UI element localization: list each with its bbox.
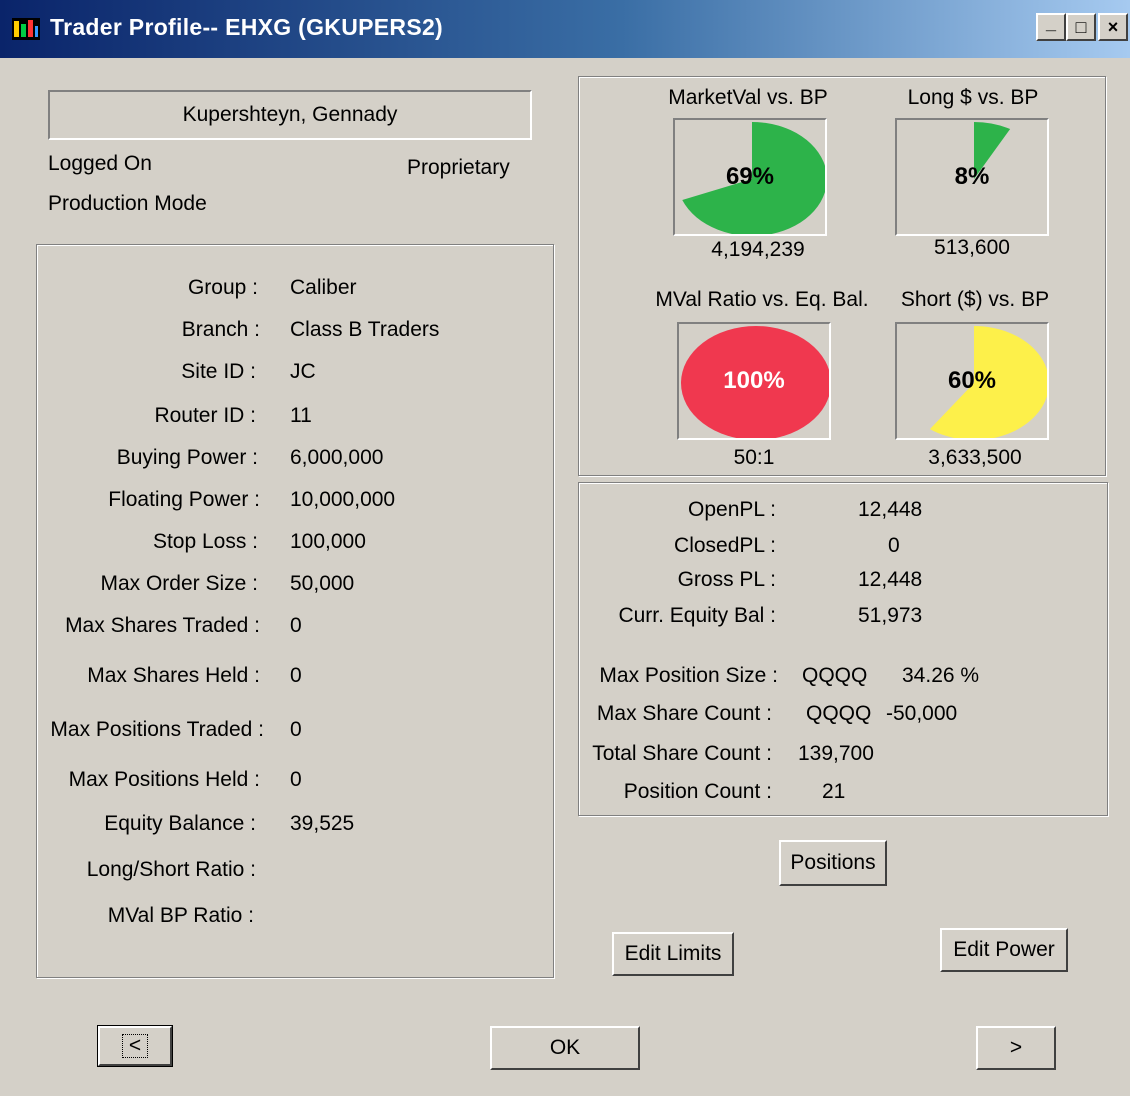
gauge-marketval-pie: 69% bbox=[673, 118, 827, 236]
max-position-size-label: Max Position Size : bbox=[599, 664, 778, 687]
total-share-count-label: Total Share Count : bbox=[592, 742, 772, 765]
edit-power-button[interactable]: Edit Power bbox=[940, 928, 1068, 972]
equity-balance-value: 39,525 bbox=[290, 812, 355, 835]
minimize-button[interactable]: _ bbox=[1036, 13, 1066, 41]
max-shares-held-label: Max Shares Held : bbox=[87, 664, 260, 687]
app-icon bbox=[12, 18, 40, 40]
gauge-short-value: 3,633,500 bbox=[928, 446, 1022, 469]
mval-bp-ratio-label: MVal BP Ratio : bbox=[107, 904, 254, 927]
buying-power-label: Buying Power : bbox=[116, 446, 258, 469]
gauge-long-percent: 8% bbox=[954, 163, 990, 190]
previous-button[interactable]: < bbox=[97, 1025, 173, 1067]
maximize-button[interactable]: □ bbox=[1066, 13, 1096, 41]
gauge-mval-ratio-title: MVal Ratio vs. Eq. Bal. bbox=[655, 288, 869, 311]
positions-button[interactable]: Positions bbox=[779, 840, 887, 886]
max-positions-traded-label: Max Positions Traded : bbox=[50, 718, 264, 741]
gauge-short-title: Short ($) vs. BP bbox=[900, 288, 1050, 311]
max-position-size-value: 34.26 % bbox=[902, 664, 980, 687]
position-count-label: Position Count : bbox=[623, 780, 772, 803]
floating-power-value: 10,000,000 bbox=[290, 488, 396, 511]
previous-arrow-icon: < bbox=[121, 1034, 149, 1058]
gauge-marketval-value: 4,194,239 bbox=[711, 238, 805, 261]
edit-limits-button[interactable]: Edit Limits bbox=[612, 932, 734, 976]
ok-button[interactable]: OK bbox=[490, 1026, 640, 1070]
gauge-marketval-title: MarketVal vs. BP bbox=[668, 86, 828, 109]
trader-type: Proprietary bbox=[407, 156, 510, 179]
gauge-mval-ratio-percent: 100% bbox=[723, 367, 785, 394]
max-order-size-value: 50,000 bbox=[290, 572, 355, 595]
max-shares-traded-label: Max Shares Traded : bbox=[65, 614, 260, 637]
closed-pl-value: 0 bbox=[888, 534, 900, 557]
buying-power-value: 6,000,000 bbox=[290, 446, 384, 469]
position-count-value: 21 bbox=[822, 780, 846, 803]
site-id-label: Site ID : bbox=[181, 360, 256, 383]
max-position-size-symbol: QQQQ bbox=[802, 664, 868, 687]
group-label: Group : bbox=[187, 276, 258, 299]
max-order-size-label: Max Order Size : bbox=[100, 572, 258, 595]
next-button[interactable]: > bbox=[976, 1026, 1056, 1070]
gauge-mval-ratio-pie: 100% bbox=[677, 322, 831, 440]
max-positions-held-label: Max Positions Held : bbox=[68, 768, 260, 791]
gauge-long-value: 513,600 bbox=[934, 236, 1010, 259]
gross-pl-value: 12,448 bbox=[858, 568, 923, 591]
equity-balance-label: Equity Balance : bbox=[104, 812, 256, 835]
max-positions-traded-value: 0 bbox=[290, 718, 302, 741]
gauge-long-pie: 8% bbox=[895, 118, 1049, 236]
gauge-marketval-percent: 69% bbox=[725, 163, 775, 190]
gauge-long-title: Long $ vs. BP bbox=[907, 86, 1039, 109]
max-share-count-label: Max Share Count : bbox=[596, 702, 772, 725]
gross-pl-label: Gross PL : bbox=[677, 568, 776, 591]
max-shares-held-value: 0 bbox=[290, 664, 302, 687]
max-positions-held-value: 0 bbox=[290, 768, 302, 791]
max-shares-traded-value: 0 bbox=[290, 614, 302, 637]
long-short-ratio-label: Long/Short Ratio : bbox=[86, 858, 256, 881]
max-share-count-symbol: QQQQ bbox=[806, 702, 872, 725]
trader-name: Kupershteyn, Gennady bbox=[182, 103, 398, 126]
trader-name-box: Kupershteyn, Gennady bbox=[48, 90, 532, 140]
gauge-mval-ratio-value: 50:1 bbox=[733, 446, 775, 469]
branch-value: Class B Traders bbox=[290, 318, 440, 341]
router-id-label: Router ID : bbox=[154, 404, 256, 427]
stop-loss-label: Stop Loss : bbox=[152, 530, 258, 553]
window-title: Trader Profile-- EHXG (GKUPERS2) bbox=[50, 14, 444, 40]
router-id-value: 11 bbox=[290, 404, 312, 427]
closed-pl-label: ClosedPL : bbox=[674, 534, 776, 557]
minimize-icon: _ bbox=[1045, 12, 1056, 33]
curr-equity-label: Curr. Equity Bal : bbox=[618, 604, 776, 627]
branch-label: Branch : bbox=[181, 318, 260, 341]
floating-power-label: Floating Power : bbox=[108, 488, 260, 511]
total-share-count-value: 139,700 bbox=[798, 742, 874, 765]
open-pl-value: 12,448 bbox=[858, 498, 923, 521]
login-status: Logged On bbox=[48, 152, 152, 175]
title-bar[interactable]: Trader Profile-- EHXG (GKUPERS2) _ □ × bbox=[0, 0, 1130, 58]
next-arrow-icon: > bbox=[1009, 1036, 1023, 1059]
close-button[interactable]: × bbox=[1098, 13, 1128, 41]
gauge-short-percent: 60% bbox=[947, 367, 997, 394]
gauge-short-pie: 60% bbox=[895, 322, 1049, 440]
mode-label: Production Mode bbox=[48, 192, 207, 215]
maximize-icon: □ bbox=[1075, 16, 1087, 37]
stop-loss-value: 100,000 bbox=[290, 530, 366, 553]
group-value: Caliber bbox=[290, 276, 357, 299]
open-pl-label: OpenPL : bbox=[688, 498, 776, 521]
site-id-value: JC bbox=[290, 360, 316, 383]
close-icon: × bbox=[1107, 16, 1119, 37]
dialog-client-area: Kupershteyn, Gennady Logged On Proprieta… bbox=[0, 58, 1130, 1096]
max-share-count-value: -50,000 bbox=[886, 702, 958, 725]
curr-equity-value: 51,973 bbox=[858, 604, 923, 627]
